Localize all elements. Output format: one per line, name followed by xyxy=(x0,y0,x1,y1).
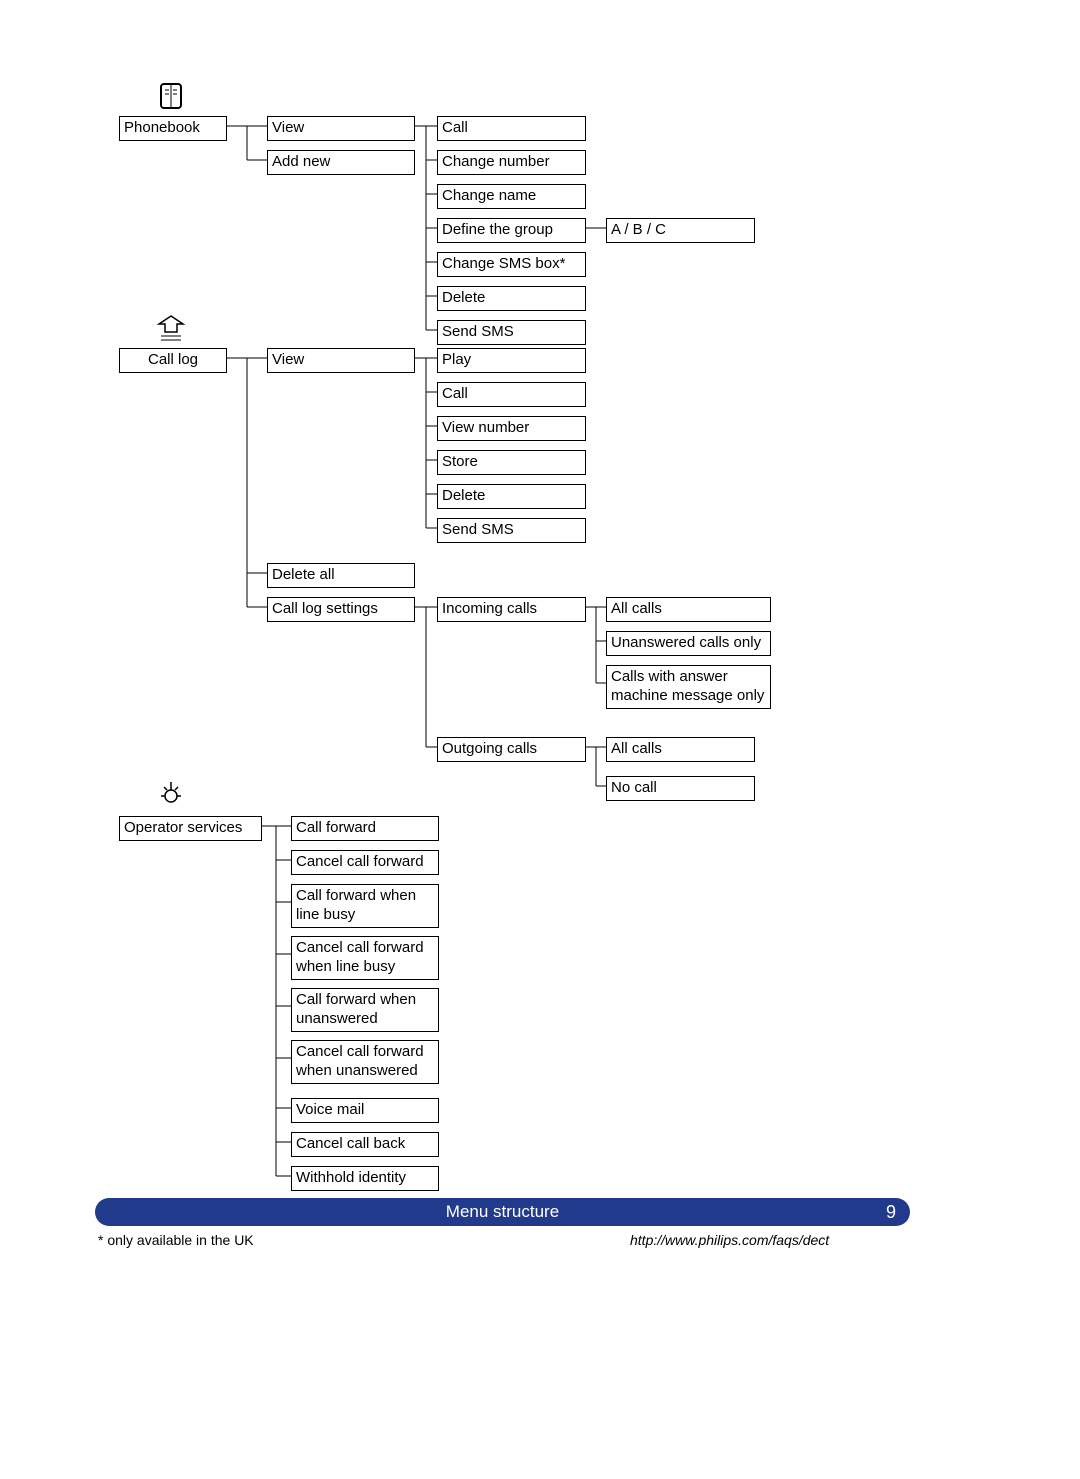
op-cf-busy: Call forward when line busy xyxy=(291,884,439,928)
label: Cancel call back xyxy=(296,1135,405,1152)
label: Delete xyxy=(442,289,485,306)
cl-viewnum: View number xyxy=(437,416,586,441)
op-ccf-unans: Cancel call forward when unanswered xyxy=(291,1040,439,1084)
label: Cancel call forward xyxy=(296,853,424,870)
label: Send SMS xyxy=(442,521,514,538)
label: Change number xyxy=(442,153,550,170)
cl-settings: Call log settings xyxy=(267,597,415,622)
calllog-icon xyxy=(155,312,187,351)
cl-store: Store xyxy=(437,450,586,475)
label: Call log xyxy=(148,351,198,368)
cl-delall: Delete all xyxy=(267,563,415,588)
operator-services-box: Operator services xyxy=(119,816,262,841)
phonebook-icon xyxy=(155,80,187,119)
label: View number xyxy=(442,419,529,436)
footer-bar: Menu structure 9 xyxy=(95,1198,910,1226)
footer-title: Menu structure xyxy=(95,1198,910,1226)
label: Operator services xyxy=(124,819,242,836)
cl-play: Play xyxy=(437,348,586,373)
label: Call forward xyxy=(296,819,376,836)
label: Play xyxy=(442,351,471,368)
footer-url: http://www.philips.com/faqs/dect xyxy=(630,1232,829,1248)
label: Call log settings xyxy=(272,600,378,617)
cl-delete: Delete xyxy=(437,484,586,509)
label: View xyxy=(272,351,304,368)
cl-outgoing: Outgoing calls xyxy=(437,737,586,762)
label: Send SMS xyxy=(442,323,514,340)
label: Call xyxy=(442,385,468,402)
cl-in-all: All calls xyxy=(606,597,771,622)
cl-in-msg: Calls with answer machine message only xyxy=(606,665,771,709)
label: Calls with answer machine message only xyxy=(611,668,764,704)
footnote: * only available in the UK xyxy=(98,1232,254,1248)
label: Call forward when line busy xyxy=(296,887,416,923)
pb-group-abc: A / B / C xyxy=(606,218,755,243)
pb-call: Call xyxy=(437,116,586,141)
label: Phonebook xyxy=(124,119,200,136)
pb-addnew: Add new xyxy=(267,150,415,175)
label: Voice mail xyxy=(296,1101,364,1118)
label: Outgoing calls xyxy=(442,740,537,757)
label: View xyxy=(272,119,304,136)
label: Delete xyxy=(442,487,485,504)
label: Withhold identity xyxy=(296,1169,406,1186)
label: Add new xyxy=(272,153,330,170)
phonebook-box: Phonebook xyxy=(119,116,227,141)
op-cf-unans: Call forward when unanswered xyxy=(291,988,439,1032)
op-ccf: Cancel call forward xyxy=(291,850,439,875)
label: A / B / C xyxy=(611,221,666,238)
pb-chnum: Change number xyxy=(437,150,586,175)
cl-sendsms: Send SMS xyxy=(437,518,586,543)
cl-out-none: No call xyxy=(606,776,755,801)
cl-call: Call xyxy=(437,382,586,407)
cl-incoming: Incoming calls xyxy=(437,597,586,622)
pb-chname: Change name xyxy=(437,184,586,209)
cl-out-all: All calls xyxy=(606,737,755,762)
op-cf: Call forward xyxy=(291,816,439,841)
label: Store xyxy=(442,453,478,470)
label: All calls xyxy=(611,600,662,617)
page-number: 9 xyxy=(886,1198,896,1226)
op-ccf-busy: Cancel call forward when line busy xyxy=(291,936,439,980)
operator-icon xyxy=(155,776,187,815)
label: Call forward when unanswered xyxy=(296,991,416,1027)
label: Cancel call forward when unanswered xyxy=(296,1043,424,1079)
label: No call xyxy=(611,779,657,796)
calllog-box: Call log xyxy=(119,348,227,373)
op-ccb: Cancel call back xyxy=(291,1132,439,1157)
pb-defgroup: Define the group xyxy=(437,218,586,243)
cl-in-unans: Unanswered calls only xyxy=(606,631,771,656)
op-vm: Voice mail xyxy=(291,1098,439,1123)
op-withhold: Withhold identity xyxy=(291,1166,439,1191)
label: Cancel call forward when line busy xyxy=(296,939,424,975)
cl-view: View xyxy=(267,348,415,373)
label: Change SMS box* xyxy=(442,255,565,272)
label: Unanswered calls only xyxy=(611,634,761,651)
label: Incoming calls xyxy=(442,600,537,617)
pb-sms: Change SMS box* xyxy=(437,252,586,277)
pb-view: View xyxy=(267,116,415,141)
label: Change name xyxy=(442,187,536,204)
pb-delete: Delete xyxy=(437,286,586,311)
label: All calls xyxy=(611,740,662,757)
label: Define the group xyxy=(442,221,553,238)
label: Call xyxy=(442,119,468,136)
pb-sendsms: Send SMS xyxy=(437,320,586,345)
label: Delete all xyxy=(272,566,335,583)
